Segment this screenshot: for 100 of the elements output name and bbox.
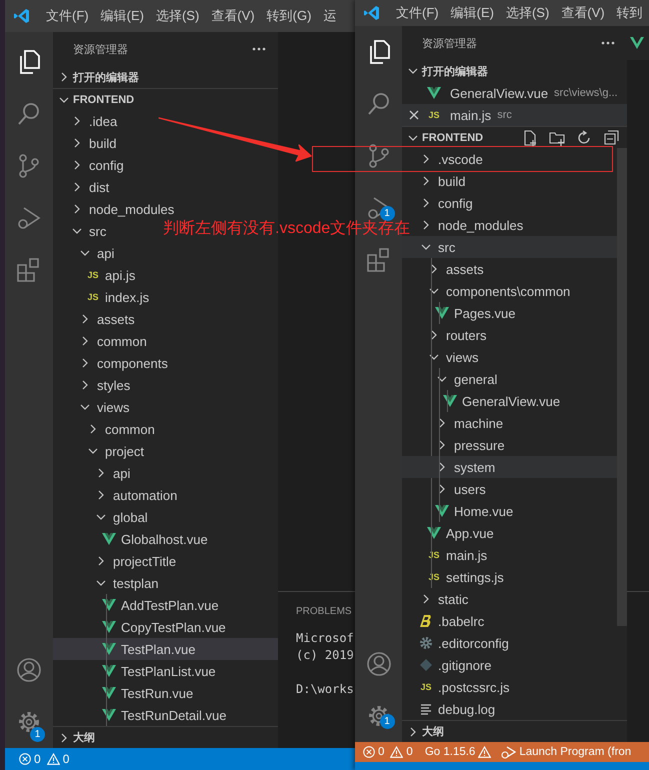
file-name: main.js (450, 108, 492, 122)
menu-item[interactable]: 选择(S) (500, 4, 556, 22)
tree-item[interactable]: GeneralView.vue (402, 390, 566, 412)
tree-item[interactable]: api (53, 242, 120, 264)
tree-item[interactable]: projectTitle (53, 550, 182, 572)
tree-item[interactable]: config (402, 192, 479, 214)
section-header[interactable]: FRONTEND (53, 88, 278, 110)
tree-item[interactable]: views (402, 346, 485, 368)
menu-item[interactable]: 运 (317, 7, 342, 25)
warning-icon (478, 746, 492, 758)
file-path: src\views\g... (554, 87, 618, 99)
tree-item[interactable]: general (402, 368, 504, 390)
vue-file-icon (443, 394, 457, 408)
tree-item[interactable]: TestRunDetail.vue (53, 704, 232, 726)
run-debug-icon[interactable] (16, 205, 42, 231)
tree-item[interactable]: project (53, 440, 150, 462)
tree-item[interactable]: .idea (53, 110, 124, 132)
tree-item[interactable]: TestRun.vue (53, 682, 200, 704)
account-icon[interactable] (366, 651, 392, 677)
tree-item[interactable]: api (53, 462, 136, 484)
tree-item[interactable]: automation (53, 484, 184, 506)
menu-item[interactable]: 编辑(E) (94, 7, 150, 25)
tree-item[interactable]: debug.log (402, 698, 502, 720)
tree-item[interactable]: Home.vue (402, 500, 520, 522)
menu-item[interactable]: 查看(V) (555, 4, 611, 22)
menu-item[interactable]: 转到(G) (260, 7, 318, 25)
tree-item[interactable]: .gitignore (402, 654, 498, 676)
tree-item[interactable]: components\common (402, 280, 576, 302)
new-folder-icon[interactable] (549, 130, 565, 146)
menu-item[interactable]: 编辑(E) (444, 4, 500, 22)
tree-item[interactable]: global (53, 506, 154, 528)
tree-item[interactable]: assets (53, 308, 141, 330)
tree-item[interactable]: JS index.js (53, 286, 156, 308)
tree-item[interactable]: CopyTestPlan.vue (53, 616, 232, 638)
go-version-item[interactable]: Go 1.15.6 (424, 746, 492, 758)
tree-item[interactable]: config (53, 154, 130, 176)
tree-item[interactable]: Pages.vue (402, 302, 522, 324)
js-file-icon: JS (87, 270, 98, 280)
tree-item[interactable]: AddTestPlan.vue (53, 594, 225, 616)
account-icon[interactable] (16, 657, 42, 683)
tree-item[interactable]: TestPlanList.vue (53, 660, 222, 682)
tree-item[interactable]: Globalhost.vue (53, 528, 214, 550)
menu-item[interactable]: 查看(V) (205, 7, 261, 25)
tree-item[interactable]: common (53, 418, 161, 440)
tree-item[interactable]: .vscode (402, 148, 489, 170)
tree-item[interactable]: TestPlan.vue (53, 638, 278, 660)
extensions-icon[interactable] (366, 247, 392, 273)
terminal-line: Microsof (296, 631, 355, 647)
tree-item[interactable]: src (402, 236, 617, 258)
new-file-icon[interactable] (522, 130, 538, 146)
refresh-icon[interactable] (576, 130, 592, 146)
tree-item[interactable]: pressure (402, 434, 511, 456)
terminal-line: (c) 2019 (296, 648, 355, 664)
tree-item[interactable]: testplan (53, 572, 165, 594)
tree-item[interactable]: JS .postcssrc.js (402, 676, 516, 698)
scrollbar[interactable] (617, 148, 627, 626)
tree-item[interactable]: styles (53, 374, 136, 396)
problems-indicator[interactable]: 0 0 (19, 752, 72, 766)
open-editor-item[interactable]: GeneralView.vue src\views\g... (402, 82, 627, 104)
extensions-icon[interactable] (16, 257, 42, 283)
tree-item[interactable]: dist (53, 176, 116, 198)
tree-item[interactable]: assets (402, 258, 490, 280)
tree-item[interactable]: node_modules (53, 198, 180, 220)
tree-item[interactable]: .editorconfig (402, 632, 515, 654)
more-icon[interactable] (252, 47, 266, 51)
menu-item[interactable]: 选择(S) (150, 7, 206, 25)
menu-item[interactable]: 转到 (610, 4, 649, 22)
notification-badge: 1 (380, 714, 394, 729)
vue-file-icon[interactable] (630, 36, 644, 50)
section-header[interactable]: 打开的编辑器 (402, 60, 627, 82)
tree-item[interactable]: routers (402, 324, 492, 346)
panel-tab[interactable]: PROBLEMS (296, 606, 352, 617)
tree-item[interactable]: components (53, 352, 174, 374)
open-editor-item[interactable]: JS main.js src (402, 104, 627, 126)
tree-item[interactable]: common (53, 330, 153, 352)
collapse-all-icon[interactable] (603, 130, 619, 146)
more-icon[interactable] (601, 41, 615, 45)
menu-item[interactable]: 文件(F) (390, 4, 445, 22)
settings-icon[interactable] (16, 709, 42, 735)
tree-item[interactable]: machine (402, 412, 510, 434)
search-icon[interactable] (366, 91, 392, 117)
vue-file-icon (435, 504, 449, 518)
tree-item[interactable]: users (402, 478, 492, 500)
tree-item[interactable]: src (53, 220, 112, 242)
tree-item[interactable]: system (402, 456, 617, 478)
launch-item[interactable]: Launch Program (fron (500, 745, 632, 759)
tree-item[interactable]: App.vue (402, 522, 500, 544)
menu-item[interactable]: 文件(F) (40, 7, 95, 25)
tree-item[interactable]: static (402, 588, 474, 610)
tree-item[interactable]: .babelrc (402, 610, 490, 632)
close-icon[interactable] (407, 108, 421, 122)
tree-item[interactable]: build (402, 170, 472, 192)
tree-item[interactable]: JS api.js (53, 264, 142, 286)
section-header[interactable]: 打开的编辑器 (53, 66, 278, 88)
error-count: 0 (34, 752, 41, 766)
tree-item[interactable]: build (53, 132, 122, 154)
search-icon[interactable] (16, 101, 42, 127)
tree-item[interactable]: views (53, 396, 136, 418)
section-header[interactable]: FRONTEND (402, 126, 627, 148)
problems-indicator[interactable]: 0 0 (363, 746, 416, 758)
